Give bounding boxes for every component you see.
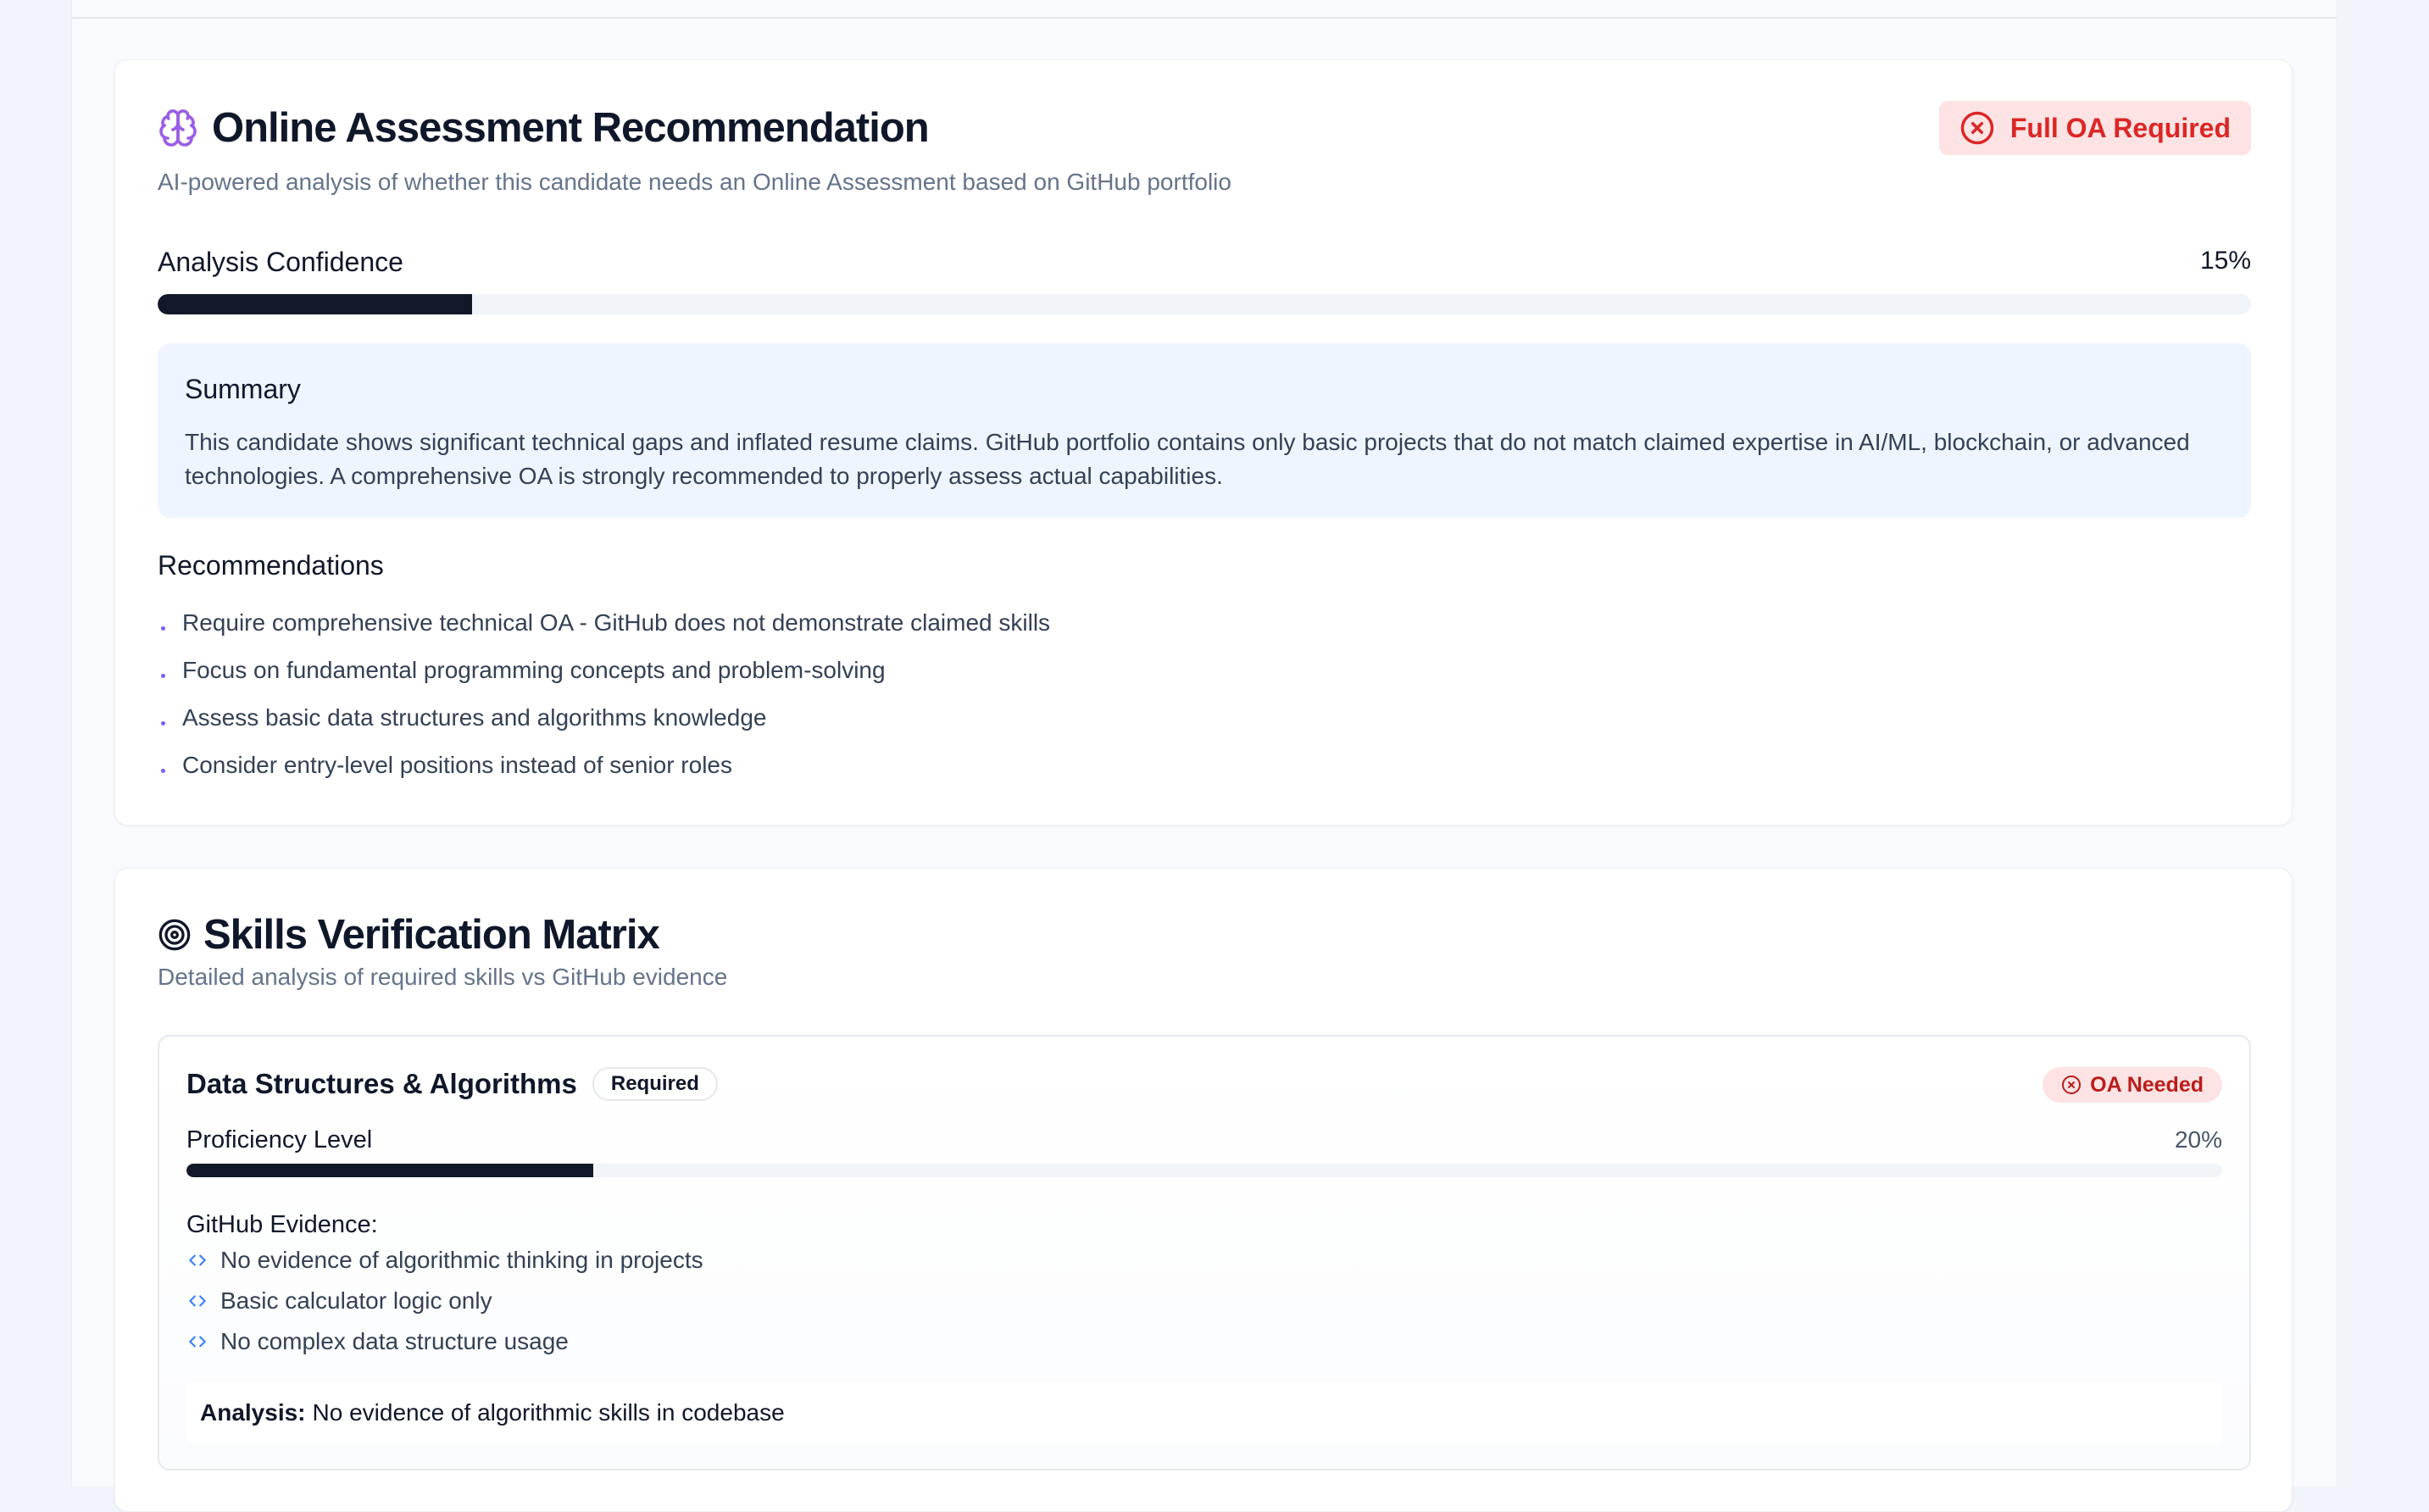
confidence-progress-bar <box>158 294 2251 314</box>
list-item: Assess basic data structures and algorit… <box>158 694 1050 742</box>
page: Online Assessment Recommendation AI-powe… <box>71 0 2337 1512</box>
confidence-value: 15% <box>2199 247 2251 275</box>
skills-verification-card: Skills Verification Matrix Detailed anal… <box>114 868 2293 1512</box>
list-item: Require comprehensive technical OA - Git… <box>158 599 1050 647</box>
code-icon <box>186 1290 208 1312</box>
recommendations-list: Require comprehensive technical OA - Git… <box>158 599 1050 789</box>
skill-card-dsa: Data Structures & Algorithms Required OA… <box>158 1035 2251 1470</box>
confidence-progress-fill <box>158 294 472 314</box>
recommendation-text: Focus on fundamental programming concept… <box>182 657 886 683</box>
analysis-text: No evidence of algorithmic skills in cod… <box>312 1399 785 1426</box>
evidence-text: No evidence of algorithmic thinking in p… <box>220 1247 703 1273</box>
target-icon <box>158 918 192 952</box>
list-item: No evidence of algorithmic thinking in p… <box>186 1240 703 1281</box>
bullet-icon <box>161 720 165 725</box>
recommendations-title: Recommendations <box>158 550 384 581</box>
proficiency-progress-fill <box>186 1164 594 1177</box>
list-item: No complex data structure usage <box>186 1321 703 1362</box>
evidence-text: Basic calculator logic only <box>220 1287 492 1314</box>
bullet-icon <box>161 625 165 631</box>
top-bar <box>72 0 2337 19</box>
evidence-list: No evidence of algorithmic thinking in p… <box>186 1240 703 1362</box>
analysis-label: Analysis: <box>200 1399 306 1426</box>
confidence-label: Analysis Confidence <box>158 247 403 277</box>
proficiency-value: 20% <box>2174 1126 2222 1153</box>
list-item: Focus on fundamental programming concept… <box>158 647 1050 694</box>
recommendation-text: Assess basic data structures and algorit… <box>182 704 767 731</box>
analysis-box: Analysis: No evidence of algorithmic ski… <box>186 1382 2222 1443</box>
skills-title: Skills Verification Matrix <box>203 912 660 958</box>
evidence-title: GitHub Evidence: <box>186 1211 378 1238</box>
required-badge: Required <box>592 1067 718 1101</box>
recommendation-text: Consider entry-level positions instead o… <box>182 752 732 778</box>
oa-needed-label: OA Needed <box>2090 1072 2204 1097</box>
skill-header: Data Structures & Algorithms Required <box>186 1067 718 1101</box>
x-circle-icon <box>1959 110 1995 146</box>
skills-title-row: Skills Verification Matrix <box>158 911 660 959</box>
recommendation-text: Require comprehensive technical OA - Git… <box>182 609 1051 636</box>
oa-title: Online Assessment Recommendation <box>212 105 930 151</box>
x-circle-icon <box>2061 1075 2082 1095</box>
bullet-icon <box>161 673 165 678</box>
summary-box: Summary This candidate shows significant… <box>158 343 2251 518</box>
evidence-text: No complex data structure usage <box>220 1328 569 1354</box>
oa-title-row: Online Assessment Recommendation <box>158 104 930 152</box>
brain-icon <box>158 108 198 148</box>
code-icon <box>186 1249 208 1271</box>
skill-name: Data Structures & Algorithms <box>186 1068 577 1099</box>
list-item: Basic calculator logic only <box>186 1281 703 1321</box>
summary-text: This candidate shows significant technic… <box>185 429 2190 489</box>
code-icon <box>186 1331 208 1353</box>
proficiency-label: Proficiency Level <box>186 1126 373 1153</box>
bullet-icon <box>161 768 165 773</box>
skills-subtitle: Detailed analysis of required skills vs … <box>158 964 728 990</box>
oa-subtitle: AI-powered analysis of whether this cand… <box>158 169 1231 195</box>
list-item: Consider entry-level positions instead o… <box>158 742 1050 789</box>
proficiency-progress-bar <box>186 1164 2222 1177</box>
full-oa-required-badge: Full OA Required <box>1938 101 2251 155</box>
status-badge-label: Full OA Required <box>2009 112 2231 143</box>
oa-recommendation-card: Online Assessment Recommendation AI-powe… <box>114 59 2293 825</box>
oa-needed-badge: OA Needed <box>2043 1067 2222 1103</box>
summary-title: Summary <box>185 374 301 404</box>
